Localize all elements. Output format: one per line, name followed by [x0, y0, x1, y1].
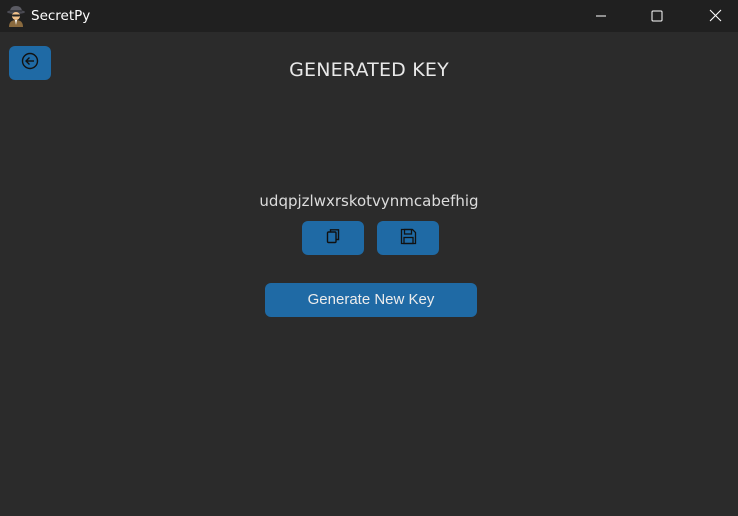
app-title: SecretPy: [31, 8, 91, 24]
app-window: SecretPy GENERATED KEY udqpjzlwxrskotvyn…: [0, 0, 738, 516]
save-key-button[interactable]: [377, 221, 439, 255]
spy-detective-icon: [6, 5, 26, 27]
copy-key-button[interactable]: [302, 221, 364, 255]
page-title: GENERATED KEY: [289, 59, 449, 81]
copy-icon: [325, 228, 341, 248]
close-button[interactable]: [686, 0, 738, 32]
generated-key-text: udqpjzlwxrskotvynmcabefhig: [259, 192, 479, 210]
minimize-icon: [595, 7, 607, 26]
minimize-button[interactable]: [572, 0, 630, 32]
save-floppy-icon: [400, 228, 417, 249]
maximize-button[interactable]: [628, 0, 686, 32]
maximize-icon: [651, 7, 663, 26]
title-bar[interactable]: SecretPy: [0, 0, 738, 32]
generate-new-key-button[interactable]: Generate New Key: [265, 283, 477, 317]
close-icon: [709, 7, 722, 26]
